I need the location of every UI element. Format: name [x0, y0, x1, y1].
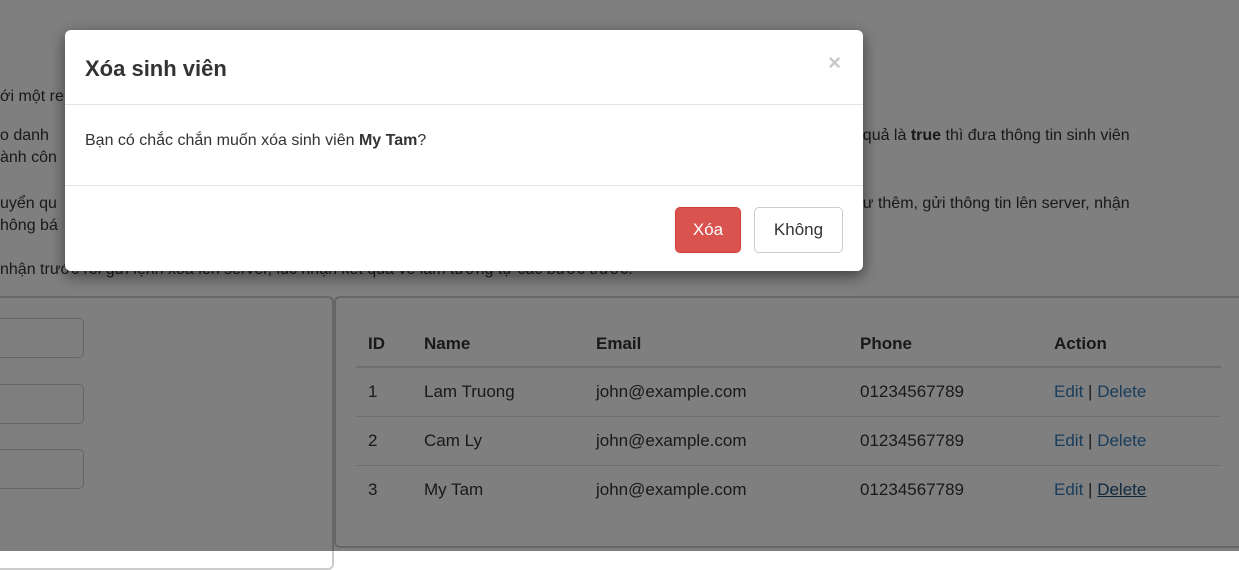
dialog-header: Xóa sinh viên × [65, 30, 863, 105]
close-icon[interactable]: × [828, 52, 841, 74]
dialog-title: Xóa sinh viên [85, 56, 227, 81]
confirm-delete-button[interactable]: Xóa [675, 207, 741, 253]
dialog-body: Bạn có chắc chắn muốn xóa sinh viên My T… [65, 105, 863, 186]
cancel-button[interactable]: Không [754, 207, 843, 253]
dialog-message: Bạn có chắc chắn muốn xóa sinh viên My T… [85, 132, 427, 149]
delete-confirm-dialog: Xóa sinh viên × Bạn có chắc chắn muốn xó… [65, 30, 863, 271]
student-name: My Tam [358, 132, 418, 149]
